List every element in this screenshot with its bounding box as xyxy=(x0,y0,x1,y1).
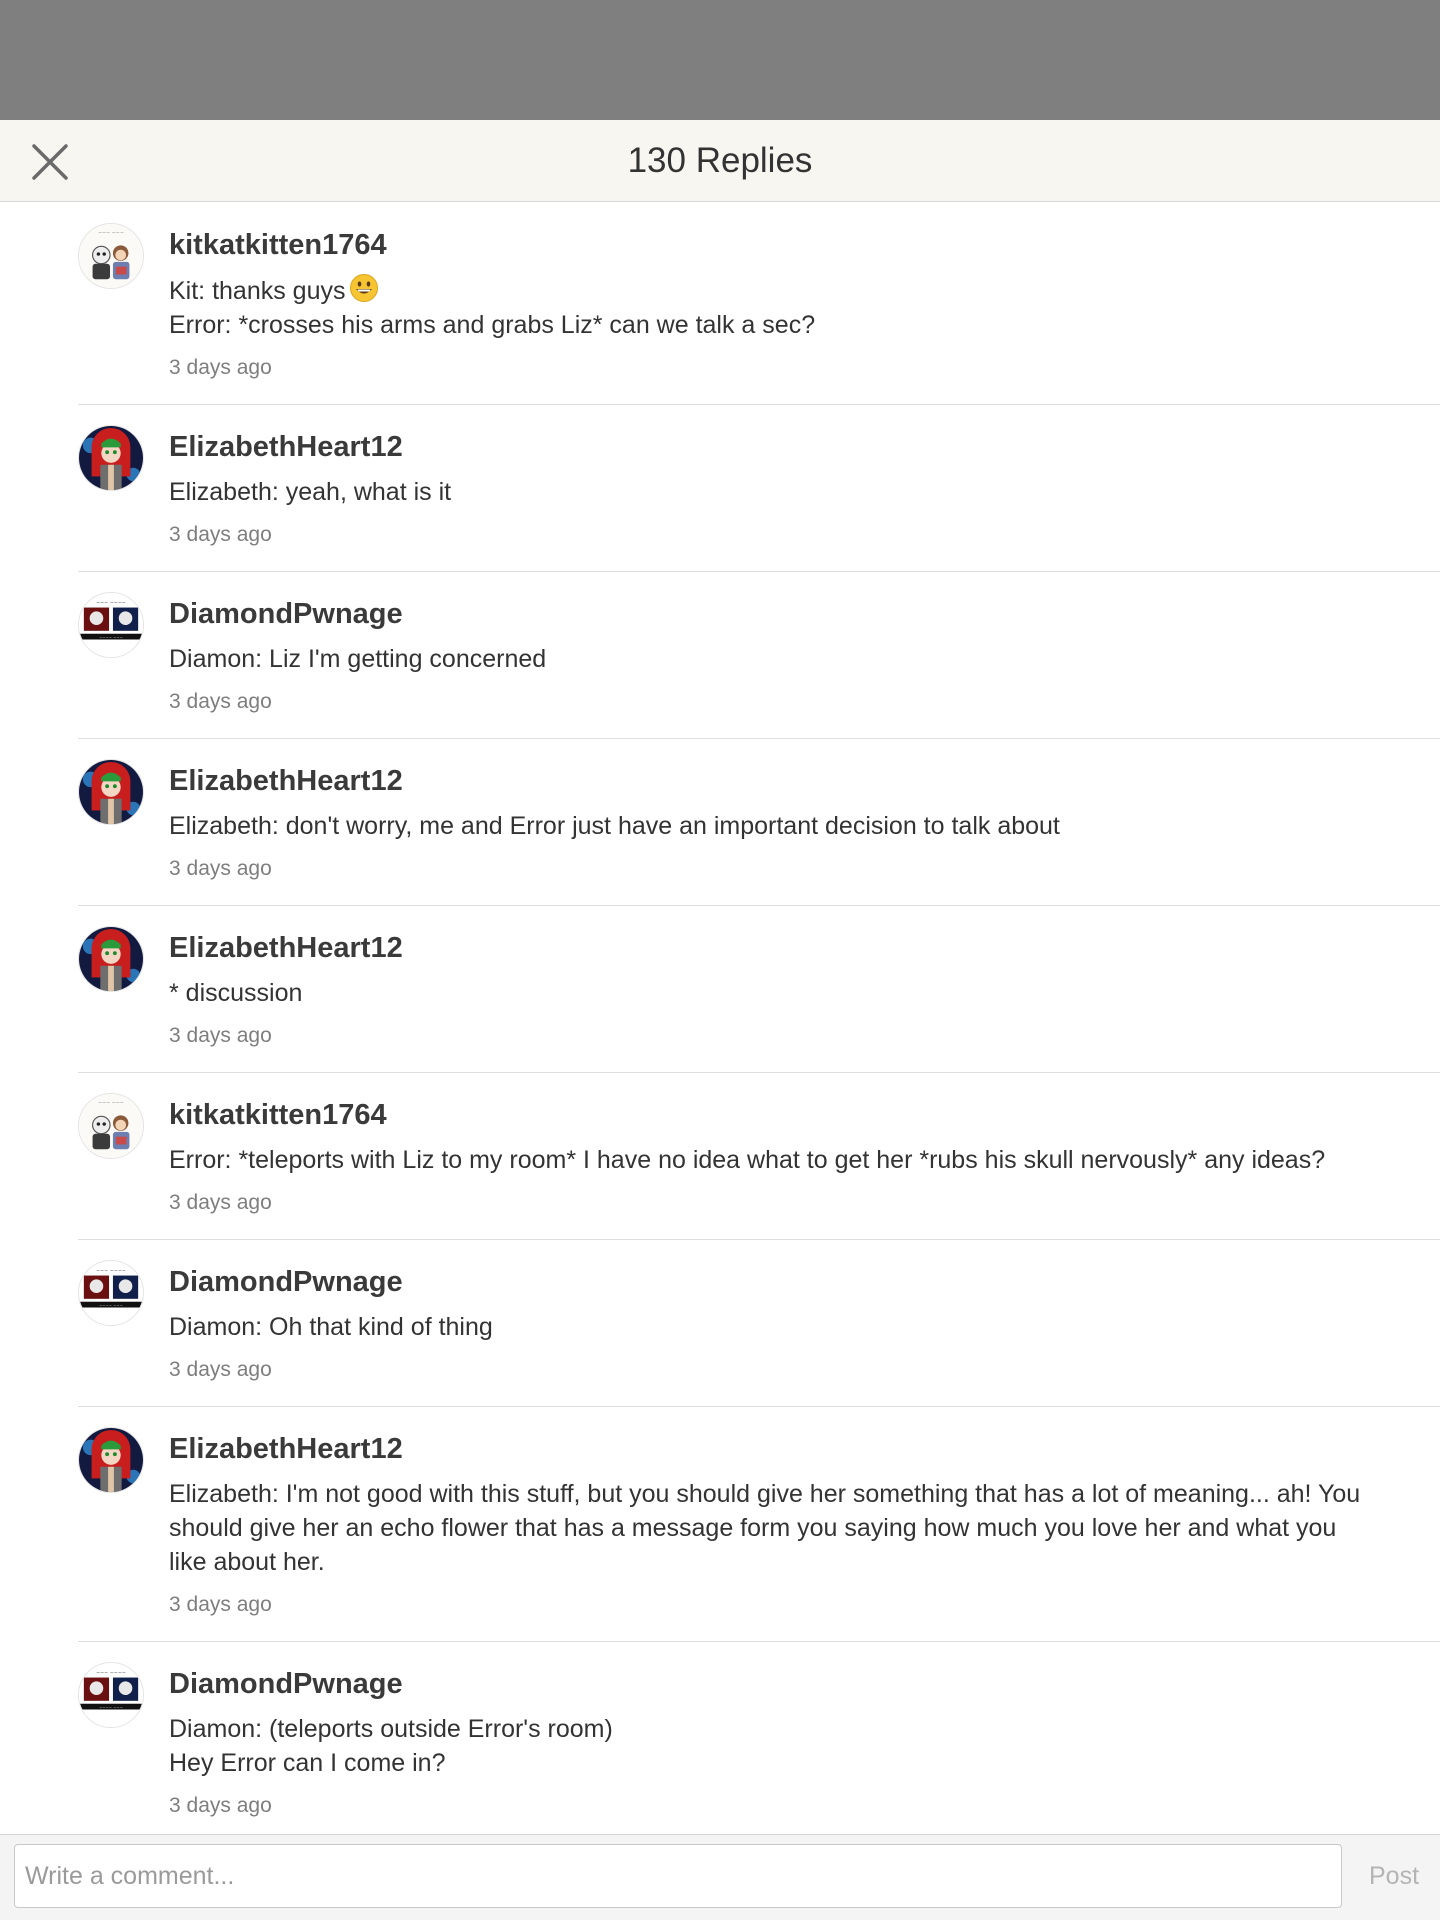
post-button[interactable]: Post xyxy=(1352,1844,1436,1908)
user-avatar[interactable] xyxy=(78,1427,144,1493)
reply-message: Elizabeth: don't worry, me and Error jus… xyxy=(169,809,1380,843)
user-avatar[interactable]: ~~~ ~~~~ ~~~~ ~~~ xyxy=(78,1260,144,1326)
reply-message: Error: *teleports with Liz to my room* I… xyxy=(169,1143,1380,1177)
svg-text:~~~~ ~~~: ~~~~ ~~~ xyxy=(99,635,123,640)
user-avatar[interactable] xyxy=(78,926,144,992)
svg-text:~~~~ ~~~: ~~~~ ~~~ xyxy=(99,1303,123,1308)
replies-header xyxy=(0,120,1440,202)
user-avatar[interactable]: ~~~ ~~~ xyxy=(78,1093,144,1159)
reply-username[interactable]: kitkatkitten1764 xyxy=(169,227,387,263)
user-avatar[interactable] xyxy=(78,425,144,491)
reply-username[interactable]: ElizabethHeart12 xyxy=(169,930,403,966)
reply-item[interactable]: ElizabethHeart12 * discussion 3 days ago xyxy=(78,906,1440,1073)
reply-message-text: * discussion xyxy=(169,979,303,1007)
reply-message: Elizabeth: yeah, what is it xyxy=(169,475,1380,509)
reply-username[interactable]: DiamondPwnage xyxy=(169,596,403,632)
reply-message: * discussion xyxy=(169,976,1380,1010)
reply-message-text: Diamon: Liz I'm getting concerned xyxy=(169,645,547,673)
close-icon xyxy=(32,144,68,180)
reply-message: Diamon: Oh that kind of thing xyxy=(169,1310,1380,1344)
user-avatar[interactable] xyxy=(78,759,144,825)
svg-text:~~~ ~~~: ~~~ ~~~ xyxy=(98,1102,124,1107)
reply-message-text: Diamon: Oh that kind of thing xyxy=(169,1313,493,1341)
reply-timestamp: 3 days ago xyxy=(169,523,272,546)
reply-timestamp: 3 days ago xyxy=(169,1593,272,1616)
reply-timestamp: 3 days ago xyxy=(169,690,272,713)
reply-item[interactable]: ~~~ ~~~ kitkatkitten1764 Error: *teleports… xyxy=(78,1073,1440,1240)
reply-username[interactable]: ElizabethHeart12 xyxy=(169,1431,403,1467)
reply-message: Diamon: Liz I'm getting concerned xyxy=(169,642,1380,676)
reply-username[interactable]: ElizabethHeart12 xyxy=(169,763,403,799)
reply-message: Elizabeth: I'm not good with this stuff,… xyxy=(169,1477,1380,1579)
reply-message-text: Kit: thanks guys xyxy=(169,277,346,305)
reply-timestamp: 3 days ago xyxy=(169,1358,272,1381)
svg-text:~~~~ ~~~: ~~~~ ~~~ xyxy=(99,1705,123,1710)
reply-message-text: Diamon: (teleports outside Error's room)… xyxy=(169,1715,613,1777)
reply-timestamp: 3 days ago xyxy=(169,1024,272,1047)
reply-message-text: Elizabeth: don't worry, me and Error jus… xyxy=(169,812,1060,840)
user-avatar[interactable]: ~~~ ~~~ xyxy=(78,223,144,289)
reply-timestamp: 3 days ago xyxy=(169,857,272,880)
reply-item[interactable]: ~~~ ~~~~ ~~~~ ~~~ DiamondPwnage Diamon: Liz… xyxy=(78,572,1440,739)
reply-username[interactable]: kitkatkitten1764 xyxy=(169,1097,387,1133)
reply-message-text: Error: *teleports with Liz to my room* I… xyxy=(169,1146,1326,1174)
reply-timestamp: 3 days ago xyxy=(169,1191,272,1214)
reply-username[interactable]: DiamondPwnage xyxy=(169,1666,403,1702)
user-avatar[interactable]: ~~~ ~~~~ ~~~~ ~~~ xyxy=(78,1662,144,1728)
reply-message-text: Elizabeth: I'm not good with this stuff,… xyxy=(169,1480,1361,1576)
reply-item[interactable]: ~~~ ~~~~ ~~~~ ~~~ DiamondPwnage Diamon: (te… xyxy=(78,1642,1440,1833)
reply-message-text: Error: *crosses his arms and grabs Liz* … xyxy=(169,311,816,339)
svg-text:~~~ ~~~~: ~~~ ~~~~ xyxy=(96,602,126,607)
replies-list: ~~~ ~~~ kitkatkitten1764 Kit: thanks guys E… xyxy=(0,203,1440,1833)
reply-username[interactable]: ElizabethHeart12 xyxy=(169,429,403,465)
reply-message-text: Elizabeth: yeah, what is it xyxy=(169,478,452,506)
reply-item[interactable]: ElizabethHeart12 Elizabeth: don't worry, … xyxy=(78,739,1440,906)
user-avatar[interactable]: ~~~ ~~~~ ~~~~ ~~~ xyxy=(78,592,144,658)
grinning-face-emoji xyxy=(349,273,379,303)
reply-timestamp: 3 days ago xyxy=(169,1794,272,1817)
reply-username[interactable]: DiamondPwnage xyxy=(169,1264,403,1300)
modal-backdrop[interactable] xyxy=(0,0,1440,120)
comment-input[interactable] xyxy=(14,1844,1342,1908)
svg-text:~~~ ~~~: ~~~ ~~~ xyxy=(98,232,124,237)
reply-message: Diamon: (teleports outside Error's room)… xyxy=(169,1712,1380,1780)
reply-timestamp: 3 days ago xyxy=(169,356,272,379)
svg-text:~~~ ~~~~: ~~~ ~~~~ xyxy=(96,1270,126,1275)
reply-item[interactable]: ElizabethHeart12 Elizabeth: yeah, what is… xyxy=(78,405,1440,572)
svg-text:~~~ ~~~~: ~~~ ~~~~ xyxy=(96,1672,126,1677)
reply-item[interactable]: ~~~ ~~~~ ~~~~ ~~~ DiamondPwnage Diamon: Oh … xyxy=(78,1240,1440,1407)
reply-message: Kit: thanks guys Error: *crosses his arms… xyxy=(169,273,1380,342)
reply-item[interactable]: ~~~ ~~~ kitkatkitten1764 Kit: thanks guys E… xyxy=(78,203,1440,405)
close-button[interactable] xyxy=(28,140,72,184)
reply-item[interactable]: ElizabethHeart12 Elizabeth: I'm not good … xyxy=(78,1407,1440,1642)
